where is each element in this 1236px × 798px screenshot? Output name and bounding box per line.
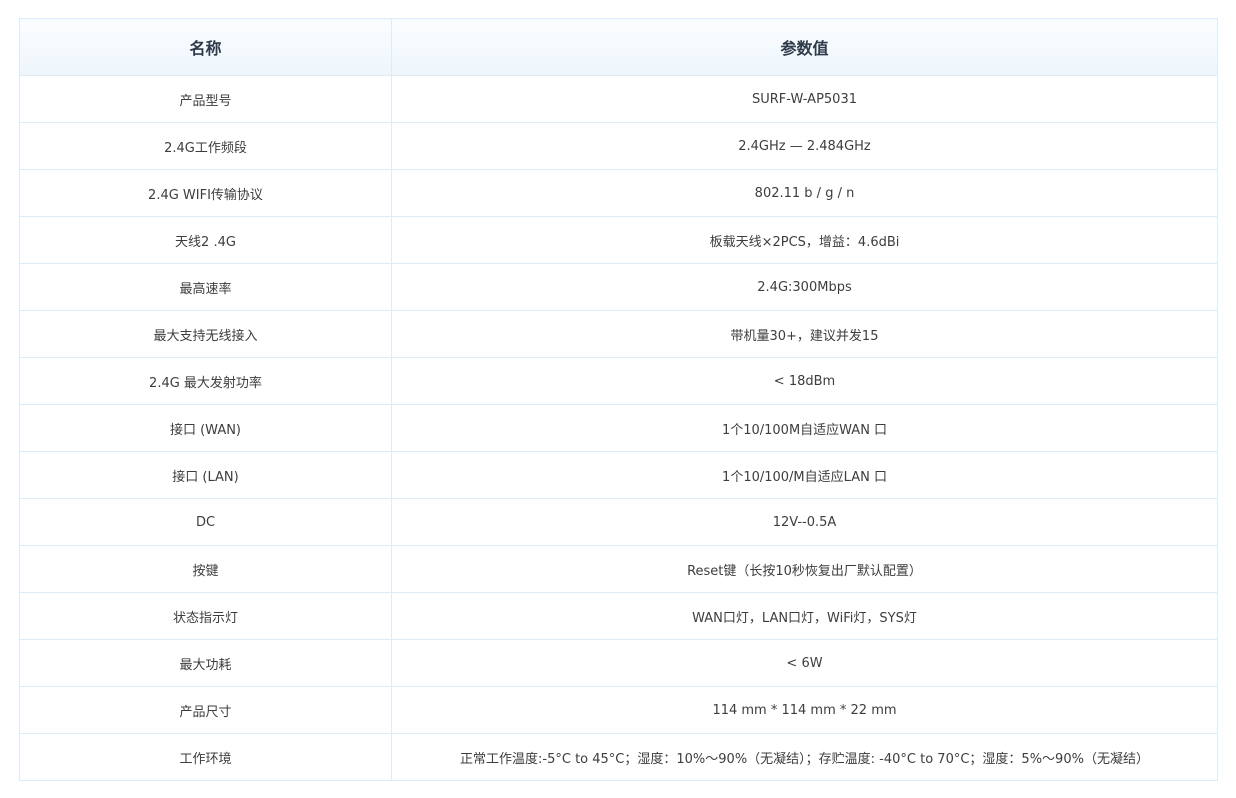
table-row: 天线2 .4G 板载天线×2PCS，增益：4.6dBi [19, 216, 1218, 264]
param-name: 最大功耗 [19, 639, 392, 687]
param-name: 2.4G 最大发射功率 [19, 357, 392, 405]
param-value: 带机量30+，建议并发15 [391, 310, 1218, 358]
table-row: 状态指示灯 WAN口灯，LAN口灯，WiFi灯，SYS灯 [19, 592, 1218, 640]
param-name: 2.4G WIFI传输协议 [19, 169, 392, 217]
table-row: 按键 Reset键（长按10秒恢复出厂默认配置） [19, 545, 1218, 593]
spec-table: 名称 参数值 产品型号 SURF-W-AP5031 2.4G工作频段 2.4GHz … [19, 18, 1218, 781]
table-row: 接口 (LAN) 1个10/100/M自适应LAN 口 [19, 451, 1218, 499]
param-value: 1个10/100M自适应WAN 口 [391, 404, 1218, 452]
table-row: DC 12V--0.5A [19, 498, 1218, 546]
param-value: < 6W [391, 639, 1218, 687]
spec-table-body: 产品型号 SURF-W-AP5031 2.4G工作频段 2.4GHz — 2.484… [19, 75, 1218, 781]
column-header-value: 参数值 [391, 18, 1218, 76]
param-name: 按键 [19, 545, 392, 593]
table-row: 产品型号 SURF-W-AP5031 [19, 75, 1218, 123]
param-value: 2.4G:300Mbps [391, 263, 1218, 311]
param-name: 状态指示灯 [19, 592, 392, 640]
param-name: 接口 (LAN) [19, 451, 392, 499]
param-name: 最高速率 [19, 263, 392, 311]
table-header-row: 名称 参数值 [19, 18, 1218, 76]
param-value: 12V--0.5A [391, 498, 1218, 546]
table-row: 最高速率 2.4G:300Mbps [19, 263, 1218, 311]
param-value: SURF-W-AP5031 [391, 75, 1218, 123]
table-row: 2.4G工作频段 2.4GHz — 2.484GHz [19, 122, 1218, 170]
param-value: 正常工作温度:-5°C to 45°C；湿度：10%～90%（无凝结）；存贮温度… [391, 733, 1218, 781]
param-name: DC [19, 498, 392, 546]
param-value: 114 mm * 114 mm * 22 mm [391, 686, 1218, 734]
param-value: WAN口灯，LAN口灯，WiFi灯，SYS灯 [391, 592, 1218, 640]
param-value: 1个10/100/M自适应LAN 口 [391, 451, 1218, 499]
table-row: 最大支持无线接入 带机量30+，建议并发15 [19, 310, 1218, 358]
param-name: 接口 (WAN) [19, 404, 392, 452]
param-value: < 18dBm [391, 357, 1218, 405]
param-value: 2.4GHz — 2.484GHz [391, 122, 1218, 170]
table-row: 2.4G 最大发射功率 < 18dBm [19, 357, 1218, 405]
table-row: 产品尺寸 114 mm * 114 mm * 22 mm [19, 686, 1218, 734]
param-value: 板载天线×2PCS，增益：4.6dBi [391, 216, 1218, 264]
param-name: 2.4G工作频段 [19, 122, 392, 170]
param-name: 最大支持无线接入 [19, 310, 392, 358]
column-header-name: 名称 [19, 18, 392, 76]
param-name: 工作环境 [19, 733, 392, 781]
param-name: 天线2 .4G [19, 216, 392, 264]
param-value: 802.11 b / g / n [391, 169, 1218, 217]
table-row: 2.4G WIFI传输协议 802.11 b / g / n [19, 169, 1218, 217]
table-row: 工作环境 正常工作温度:-5°C to 45°C；湿度：10%～90%（无凝结）；… [19, 733, 1218, 781]
param-name: 产品尺寸 [19, 686, 392, 734]
table-row: 最大功耗 < 6W [19, 639, 1218, 687]
param-value: Reset键（长按10秒恢复出厂默认配置） [391, 545, 1218, 593]
param-name: 产品型号 [19, 75, 392, 123]
table-row: 接口 (WAN) 1个10/100M自适应WAN 口 [19, 404, 1218, 452]
